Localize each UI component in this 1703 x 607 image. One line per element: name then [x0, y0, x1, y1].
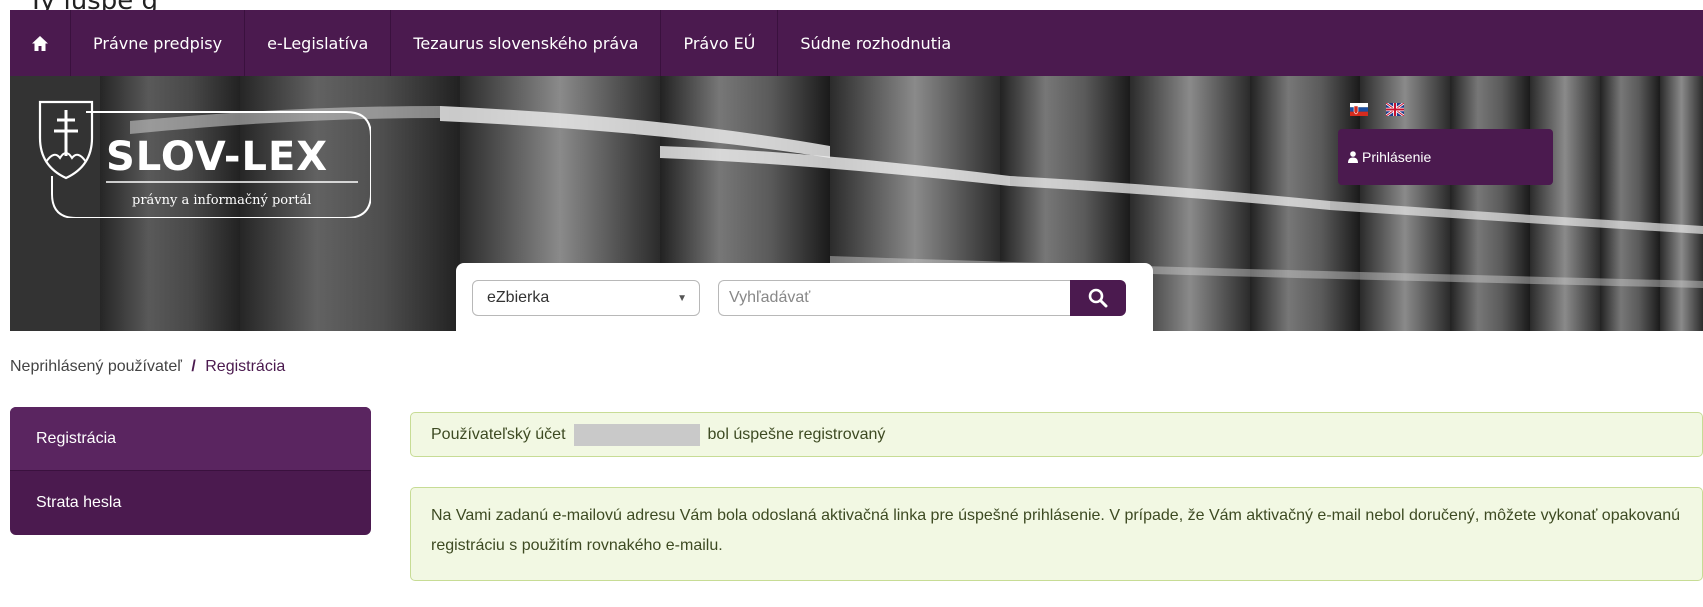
top-navigation: Právne predpisy e-Legislatíva Tezaurus s… [10, 10, 1703, 76]
search-icon [1088, 288, 1108, 308]
activation-message-text: Na Vami zadanú e-mailovú adresu Vám bola… [431, 507, 1681, 554]
login-button[interactable]: Prihlásenie [1338, 129, 1553, 185]
slovak-flag-icon[interactable] [1350, 103, 1368, 116]
nav-item-pravne-predpisy[interactable]: Právne predpisy [71, 10, 246, 76]
success-alert-registration: Používateľský účet bol úspešne registrov… [410, 412, 1703, 457]
collection-select-value: eZbierka [487, 289, 550, 306]
side-menu: Registrácia Strata hesla [10, 407, 371, 535]
collection-select[interactable]: eZbierka ▼ [472, 280, 700, 316]
nav-item-sudne-rozhodnutia[interactable]: Súdne rozhodnutia [778, 10, 973, 76]
search-input[interactable] [718, 280, 1070, 316]
nav-item-pravo-eu[interactable]: Právo EÚ [661, 10, 779, 76]
sidebar-item-strata-hesla[interactable]: Strata hesla [10, 470, 371, 534]
breadcrumb-separator: / [191, 358, 196, 375]
uk-flag-icon[interactable] [1386, 103, 1404, 116]
slov-lex-logo[interactable]: SLOV-LEX právny a informačný portál [36, 98, 372, 222]
breadcrumb: Neprihlásený používateľ / Registrácia [10, 358, 285, 376]
sidebar-item-registracia[interactable]: Registrácia [10, 407, 371, 470]
logo-wordmark: SLOV-LEX [106, 134, 328, 180]
success-alert-activation: Na Vami zadanú e-mailovú adresu Vám bola… [410, 487, 1703, 581]
login-label: Prihlásenie [1362, 149, 1432, 165]
account-suffix-text: bol úspešne registrovaný [707, 425, 886, 443]
nav-item-tezaurus[interactable]: Tezaurus slovenského práva [391, 10, 662, 76]
logo-emblem-icon: SLOV-LEX právny a informačný portál [38, 100, 372, 219]
search-button[interactable] [1070, 280, 1126, 316]
breadcrumb-parent[interactable]: Neprihlásený používateľ [10, 358, 182, 375]
account-prefix-text: Používateľský účet [431, 425, 566, 443]
breadcrumb-current: Registrácia [205, 358, 286, 375]
header-banner: SLOV-LEX právny a informačný portál Prih… [10, 76, 1703, 331]
logo-tagline: právny a informačný portál [132, 193, 311, 208]
user-icon [1348, 151, 1358, 163]
caret-down-icon: ▼ [677, 293, 687, 304]
nav-item-e-legislativa[interactable]: e-Legislatíva [245, 10, 392, 76]
home-icon [32, 35, 48, 51]
home-button[interactable] [10, 10, 71, 76]
redacted-username [573, 423, 700, 446]
search-panel: eZbierka ▼ [456, 263, 1153, 331]
language-switcher [1350, 103, 1404, 116]
